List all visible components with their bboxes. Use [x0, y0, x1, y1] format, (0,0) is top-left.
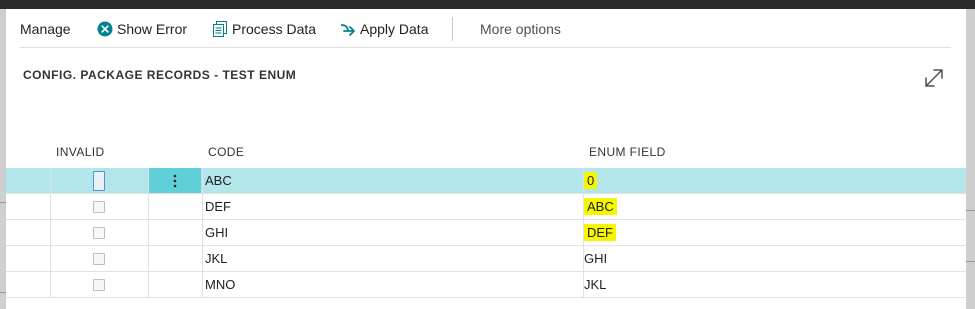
action-bar: Manage Show Error Process Data Apply Dat…	[6, 9, 966, 49]
table-row[interactable]: DEF ABC	[6, 194, 966, 220]
page-title: CONFIG. PACKAGE RECORDS - TEST ENUM	[23, 68, 297, 82]
code-cell[interactable]: DEF	[205, 194, 231, 220]
column-header-enum-field[interactable]: ENUM FIELD	[589, 145, 666, 159]
enum-field-value: ABC	[584, 198, 617, 215]
table-row[interactable]: GHI DEF	[6, 220, 966, 246]
row-divider	[6, 297, 966, 298]
invalid-checkbox[interactable]	[93, 171, 105, 191]
action-bar-divider	[452, 17, 453, 41]
expand-icon[interactable]	[922, 66, 946, 90]
apply-arrow-icon	[340, 22, 356, 36]
column-header-invalid[interactable]: INVALID	[56, 145, 105, 159]
config-package-records-dialog: Manage Show Error Process Data Apply Dat…	[6, 9, 966, 309]
more-options-button[interactable]: More options	[480, 19, 561, 39]
enum-field-cell[interactable]: DEF	[584, 220, 616, 246]
enum-field-value: 0	[584, 172, 598, 189]
invalid-checkbox[interactable]	[93, 253, 105, 265]
column-header-code[interactable]: CODE	[208, 145, 244, 159]
table-row[interactable]: JKL GHI	[6, 246, 966, 272]
show-error-label: Show Error	[117, 21, 188, 37]
invalid-checkbox[interactable]	[93, 279, 105, 291]
error-x-circle-icon	[97, 21, 113, 37]
process-data-button[interactable]: Process Data	[213, 19, 316, 39]
column-divider	[148, 168, 149, 298]
column-divider	[202, 168, 203, 298]
code-cell[interactable]: GHI	[205, 220, 228, 246]
code-cell[interactable]: ABC	[205, 168, 232, 194]
enum-field-cell[interactable]: ABC	[584, 194, 617, 220]
column-divider	[583, 168, 584, 298]
code-cell[interactable]: JKL	[205, 246, 227, 272]
column-divider	[50, 168, 51, 298]
enum-field-cell[interactable]: 0	[584, 168, 598, 194]
apply-data-button[interactable]: Apply Data	[340, 19, 428, 39]
process-data-icon	[213, 21, 228, 37]
enum-field-cell[interactable]: JKL	[584, 272, 606, 298]
more-options-label: More options	[480, 21, 561, 37]
window-top-strip	[0, 0, 975, 9]
background-page-right	[966, 9, 975, 309]
enum-field-value: DEF	[584, 224, 616, 241]
code-cell[interactable]: MNO	[205, 272, 235, 298]
invalid-checkbox[interactable]	[93, 201, 105, 213]
invalid-checkbox[interactable]	[93, 227, 105, 239]
process-data-label: Process Data	[232, 21, 317, 37]
table-row[interactable]: MNO JKL	[6, 272, 966, 298]
show-error-button[interactable]: Show Error	[97, 19, 187, 39]
manage-button[interactable]: Manage	[20, 19, 71, 39]
background-divider	[966, 261, 975, 262]
enum-field-cell[interactable]: GHI	[584, 246, 607, 272]
background-divider	[966, 210, 975, 211]
manage-label: Manage	[20, 21, 71, 37]
table-row[interactable]: ABC 0	[6, 168, 966, 194]
action-bar-separator	[20, 47, 951, 48]
vertical-dots-icon[interactable]	[149, 168, 201, 194]
apply-data-label: Apply Data	[360, 21, 429, 37]
